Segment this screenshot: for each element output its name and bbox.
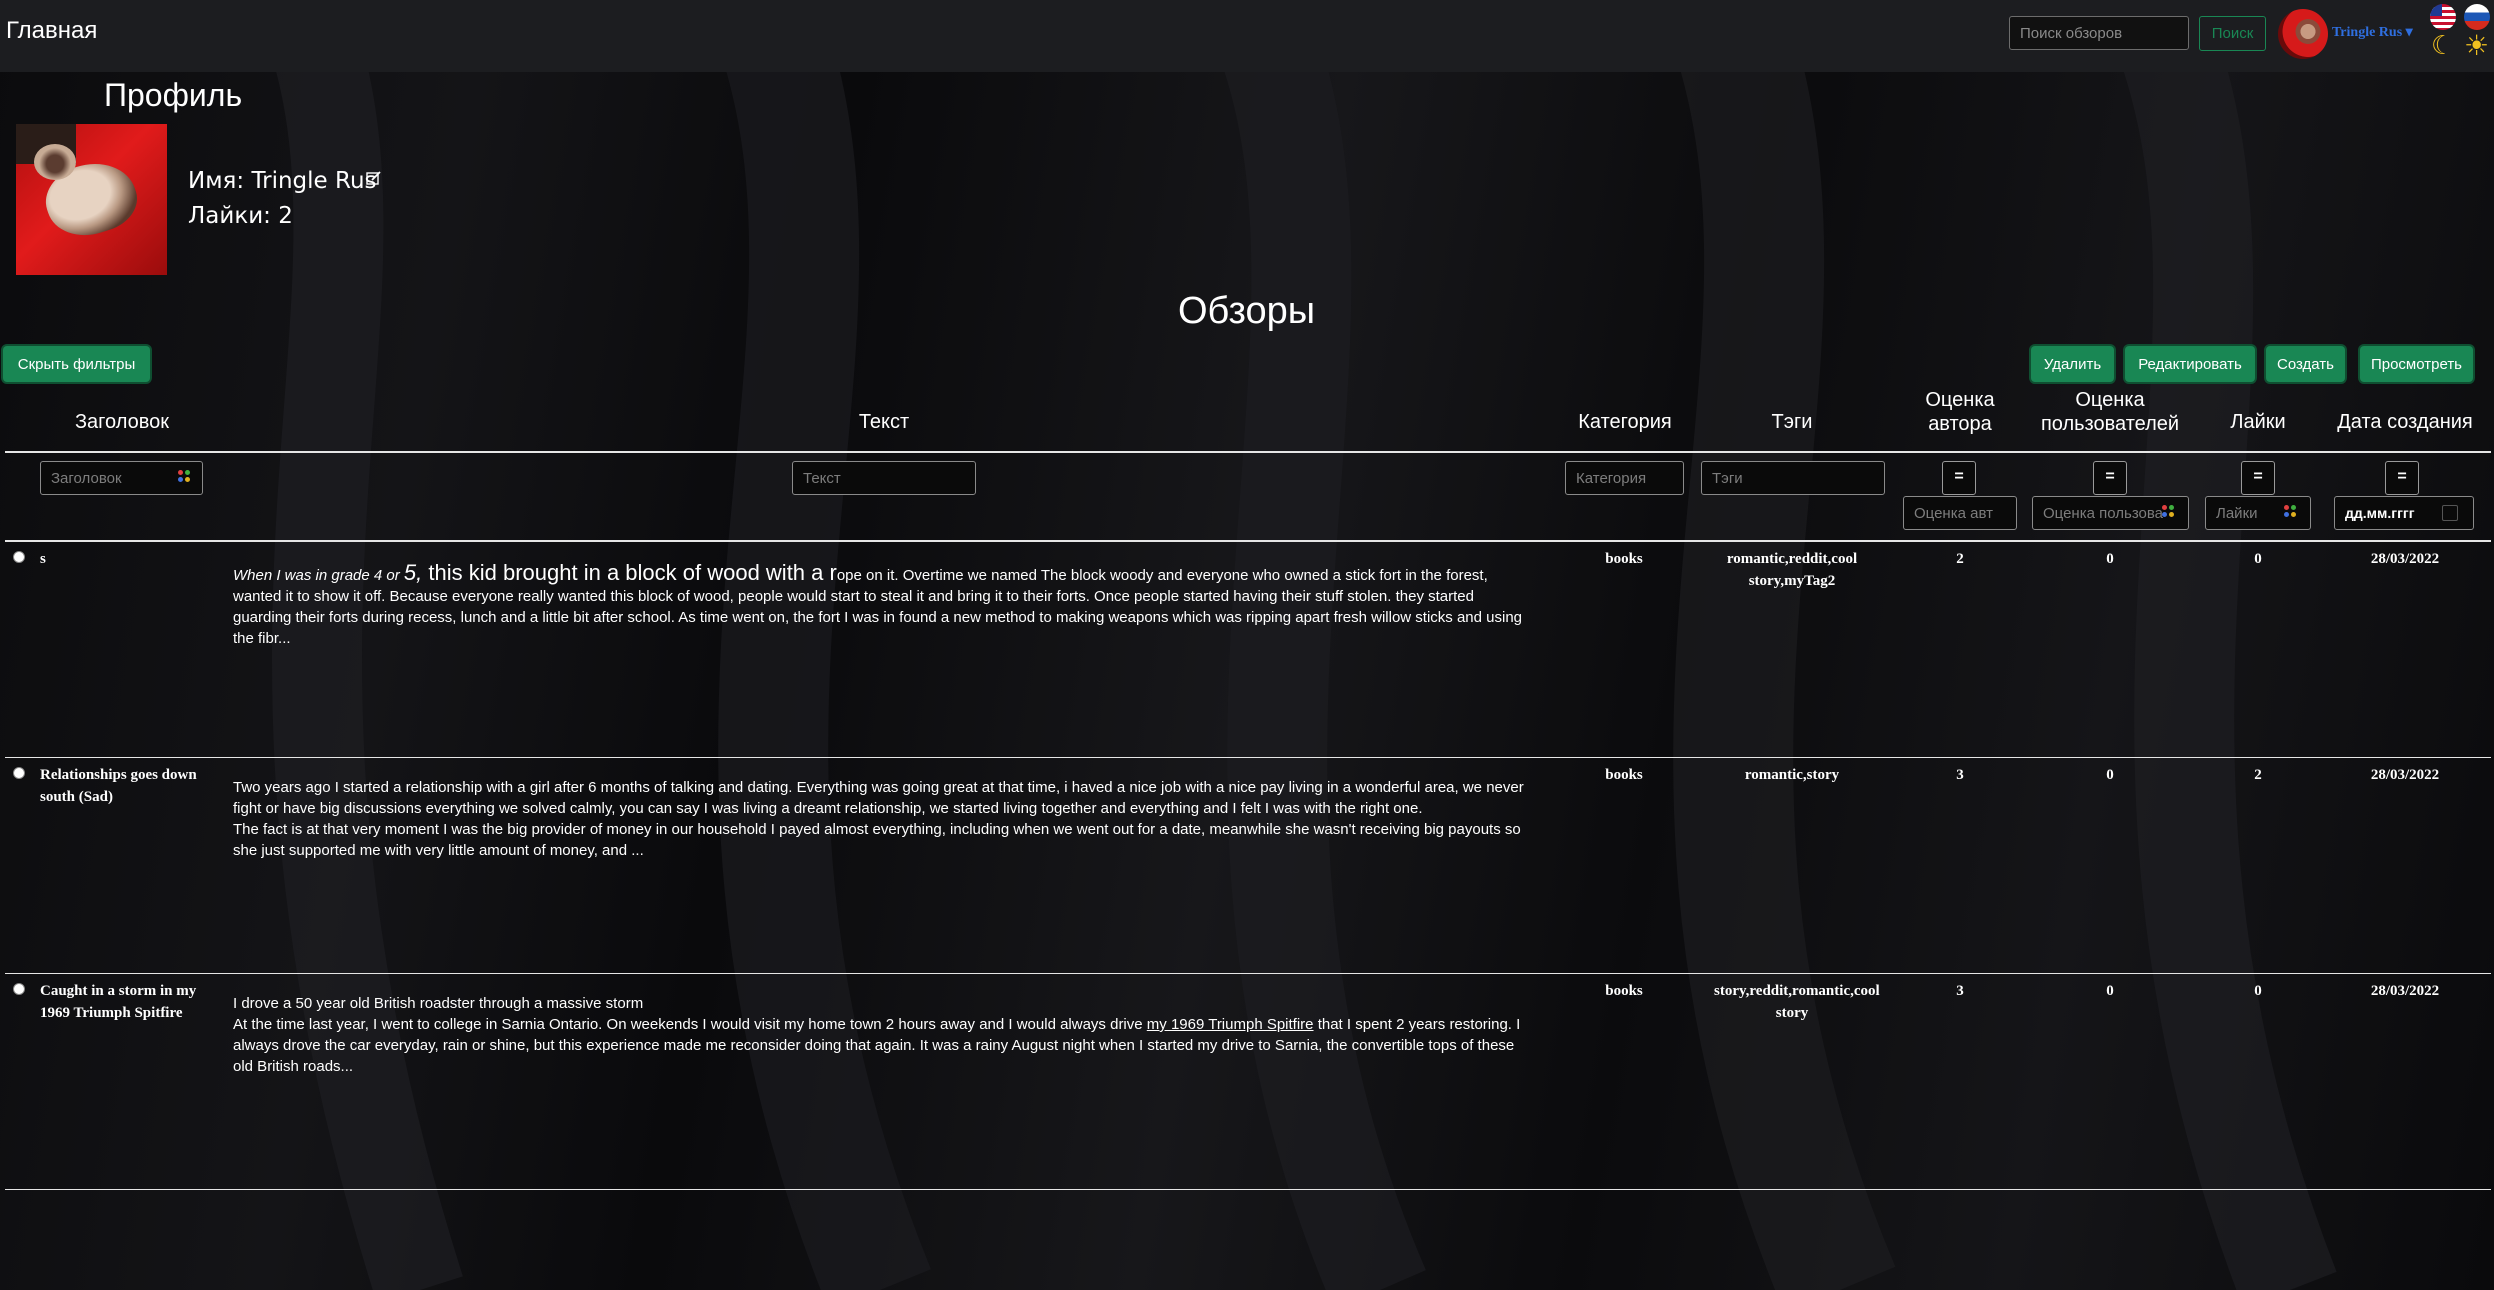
create-button[interactable]: Создать xyxy=(2266,346,2345,382)
row-author-rating: 2 xyxy=(1956,551,1964,567)
user-menu-toggle[interactable]: Tringle Rus ▾ xyxy=(2332,24,2413,41)
column-header-tags[interactable]: Тэги xyxy=(1734,410,1850,434)
row-text-part: When I was in grade 4 or xyxy=(233,567,404,584)
author-rating-line2: автора xyxy=(1928,413,1992,435)
profile-likes: Лайки: 2 xyxy=(188,203,293,229)
us-flag-icon[interactable] xyxy=(2430,4,2456,30)
row-title: s xyxy=(40,551,46,567)
color-dots-icon xyxy=(2284,505,2298,519)
row-text-part: I drove a 50 year old British roadster t… xyxy=(233,995,644,1012)
row-divider xyxy=(5,757,2491,758)
user-rating-line2: пользователей xyxy=(2040,413,2180,435)
profile-name: Имя: Tringle Rus xyxy=(188,168,377,194)
row-likes: 0 xyxy=(2254,551,2262,567)
row-text-link[interactable]: my 1969 Triumph Spitfire xyxy=(1147,1016,1314,1033)
row-date: 28/03/2022 xyxy=(2370,767,2440,783)
row-likes: 2 xyxy=(2254,767,2262,783)
navbar: Главная Поиск Tringle Rus ▾ ☾ ☀ xyxy=(0,0,2494,72)
row-user-rating: 0 xyxy=(2106,551,2114,567)
user-menu-name: Tringle Rus xyxy=(2332,25,2403,40)
profile-photo xyxy=(16,124,167,275)
row-divider xyxy=(5,973,2491,974)
row-select-radio[interactable] xyxy=(13,767,25,779)
row-user-rating: 0 xyxy=(2106,767,2114,783)
reviews-title: Обзоры xyxy=(1178,290,1316,332)
avatar[interactable] xyxy=(2278,9,2328,59)
column-header-title[interactable]: Заголовок xyxy=(40,410,204,434)
delete-button[interactable]: Удалить xyxy=(2031,346,2114,382)
author-rating-line1: Оценка xyxy=(1925,389,1995,411)
row-author-rating: 3 xyxy=(1956,767,1964,783)
date-operator[interactable]: = xyxy=(2385,461,2419,495)
row-tags: romantic,story xyxy=(1744,767,1840,783)
home-link[interactable]: Главная xyxy=(6,17,97,45)
moon-icon[interactable]: ☾ xyxy=(2431,32,2454,58)
search-input[interactable] xyxy=(2009,16,2189,50)
column-header-text[interactable]: Текст xyxy=(784,410,984,434)
likes-operator[interactable]: = xyxy=(2241,461,2275,495)
filters-divider xyxy=(5,540,2491,542)
user-rating-line1: Оценка xyxy=(2075,389,2145,411)
row-text-paragraph: At the time last year, I went to college… xyxy=(233,1014,1528,1077)
row-text: When I was in grade 4 or 5, this kid bro… xyxy=(233,562,1528,649)
author-rating-filter-input[interactable] xyxy=(1903,496,2017,530)
header-divider xyxy=(5,451,2491,453)
user-rating-operator[interactable]: = xyxy=(2093,461,2127,495)
row-select-radio[interactable] xyxy=(13,551,25,563)
view-button[interactable]: Просмотреть xyxy=(2360,346,2473,382)
sun-icon[interactable]: ☀ xyxy=(2464,32,2489,60)
calendar-icon[interactable] xyxy=(2442,505,2458,521)
column-header-category[interactable]: Категория xyxy=(1564,410,1686,434)
row-divider xyxy=(5,1189,2491,1190)
row-date: 28/03/2022 xyxy=(2370,983,2440,999)
text-filter-input[interactable] xyxy=(792,461,976,495)
column-header-author-rating[interactable]: Оценка автора xyxy=(1910,388,2010,436)
column-header-user-rating[interactable]: Оценка пользователей xyxy=(2032,388,2188,436)
row-author-rating: 3 xyxy=(1956,983,1964,999)
column-header-date[interactable]: Дата создания xyxy=(2330,410,2480,434)
chevron-down-icon: ▾ xyxy=(2405,25,2413,40)
row-tags: story,reddit,romantic,cool story xyxy=(1714,983,1880,1021)
row-text-part: At the time last year, I went to college… xyxy=(233,1016,1147,1033)
category-filter-input[interactable] xyxy=(1565,461,1684,495)
row-select-radio[interactable] xyxy=(13,983,25,995)
color-dots-icon xyxy=(178,470,192,484)
column-header-likes[interactable]: Лайки xyxy=(2218,410,2298,434)
search-button[interactable]: Поиск xyxy=(2199,16,2266,51)
row-text-part: this kid brought in a block of wood with… xyxy=(422,560,837,585)
ru-flag-icon[interactable] xyxy=(2464,4,2490,30)
row-tags: romantic,reddit,cool story,myTag2 xyxy=(1726,551,1858,589)
row-text: I drove a 50 year old British roadster t… xyxy=(233,993,1528,1077)
row-text-part: 5, xyxy=(403,560,423,585)
edit-button[interactable]: Редактировать xyxy=(2125,346,2255,382)
author-rating-operator[interactable]: = xyxy=(1942,461,1976,495)
row-text-part: Two years ago I started a relationship w… xyxy=(233,779,1524,817)
row-category: books xyxy=(1605,551,1643,567)
row-category: books xyxy=(1605,983,1643,999)
row-text: Two years ago I started a relationship w… xyxy=(233,777,1528,861)
edit-icon[interactable] xyxy=(366,170,382,186)
row-title: Relationships goes down south (Sad) xyxy=(40,767,197,805)
row-likes: 0 xyxy=(2254,983,2262,999)
row-category: books xyxy=(1605,767,1643,783)
hide-filters-button[interactable]: Скрыть фильтры xyxy=(3,346,150,382)
tags-filter-input[interactable] xyxy=(1701,461,1885,495)
profile-title: Профиль xyxy=(104,77,243,113)
row-text-part: The fact is at that very moment I was th… xyxy=(233,821,1521,859)
row-title: Caught in a storm in my 1969 Triumph Spi… xyxy=(40,983,197,1021)
row-user-rating: 0 xyxy=(2106,983,2114,999)
row-date: 28/03/2022 xyxy=(2370,551,2440,567)
color-dots-icon xyxy=(2162,505,2176,519)
